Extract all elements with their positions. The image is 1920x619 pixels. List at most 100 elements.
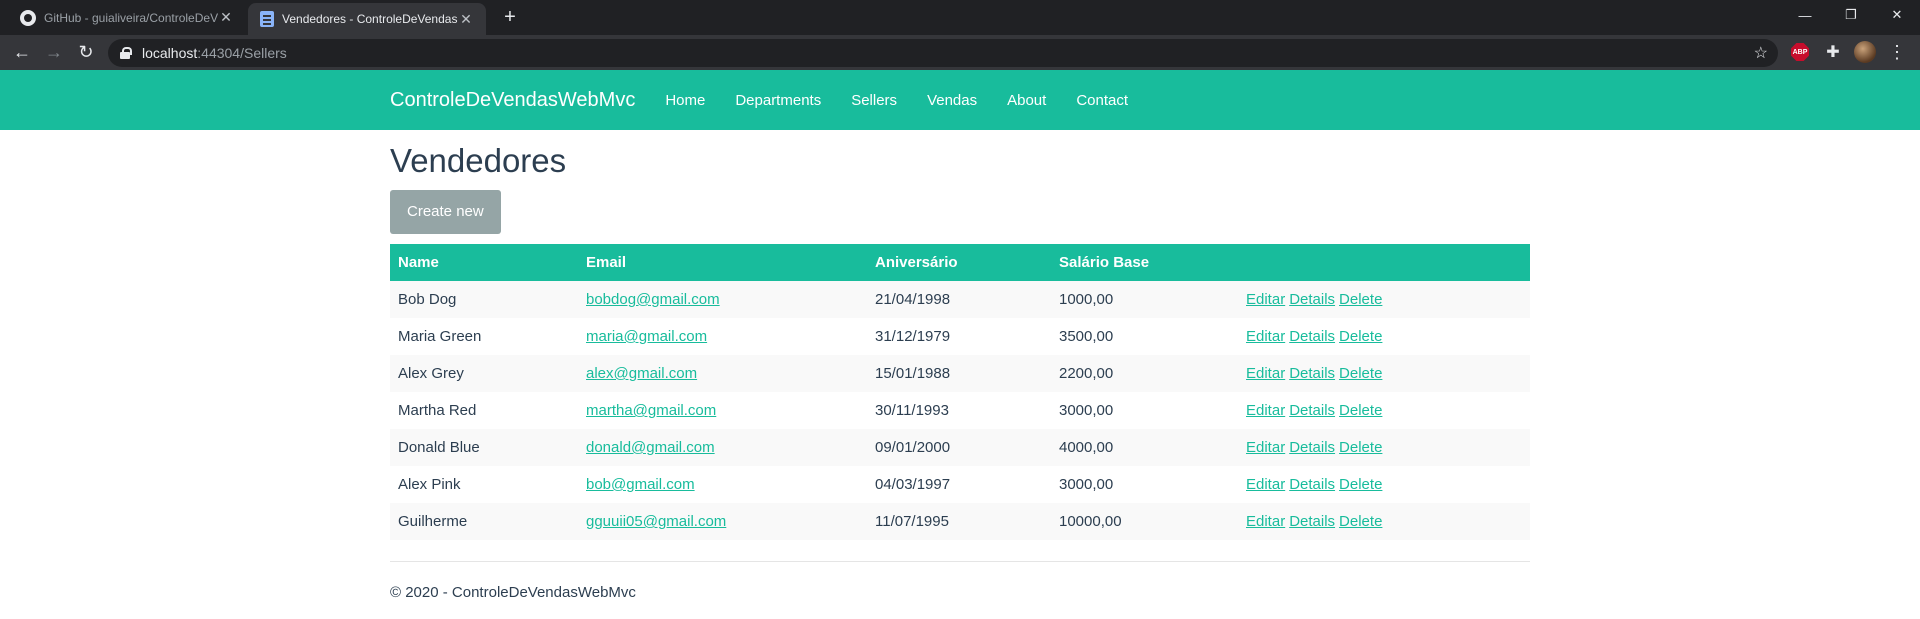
- address-bar[interactable]: localhost:44304/Sellers ☆: [108, 38, 1778, 67]
- nav-contact[interactable]: Contact: [1076, 92, 1128, 109]
- seller-name: Martha Red: [398, 402, 477, 419]
- seller-salary: 3000,00: [1059, 476, 1114, 493]
- main-content: Vendedores Create new Name Email Anivers…: [390, 142, 1530, 601]
- edit-link[interactable]: Editar: [1246, 291, 1285, 308]
- seller-birthday: 21/04/1998: [867, 281, 1051, 318]
- tab-vendedores[interactable]: Vendedores - ControleDeVendas ✕: [248, 3, 486, 35]
- seller-name: Maria Green: [398, 328, 482, 345]
- seller-birthday: 15/01/1988: [867, 355, 1051, 392]
- table-row: Alex Grey alex@gmail.com 15/01/1988 2200,00…: [390, 355, 1530, 392]
- edit-link[interactable]: Editar: [1246, 365, 1285, 382]
- lock-icon[interactable]: [120, 46, 132, 59]
- window-controls: — ❐ ✕: [1782, 0, 1920, 30]
- table-row: Guilherme gguuii05@gmail.com 11/07/1995 100…: [390, 503, 1530, 540]
- new-tab-button[interactable]: +: [498, 6, 522, 29]
- row-actions: Editar Details Delete: [1238, 281, 1530, 318]
- details-link[interactable]: Details: [1289, 513, 1335, 530]
- seller-email-link[interactable]: martha@gmail.com: [586, 402, 716, 419]
- delete-link[interactable]: Delete: [1339, 513, 1382, 530]
- avatar: [1854, 41, 1876, 63]
- reload-icon[interactable]: ↻: [72, 39, 100, 67]
- seller-birthday: 31/12/1979: [875, 328, 951, 345]
- seller-salary: 4000,00: [1051, 429, 1238, 466]
- create-new-button[interactable]: Create new: [390, 190, 501, 234]
- page-title: Vendedores: [390, 142, 567, 179]
- bookmark-star-icon[interactable]: ☆: [1754, 43, 1768, 63]
- seller-salary: 3000,00: [1059, 402, 1114, 419]
- edit-link[interactable]: Editar: [1246, 328, 1285, 345]
- details-link[interactable]: Details: [1289, 365, 1335, 382]
- seller-birthday: 09/01/2000: [867, 429, 1051, 466]
- tab-github[interactable]: GitHub - guialiveira/ControleDeV ✕: [8, 0, 246, 35]
- seller-salary: 3500,00: [1059, 328, 1114, 345]
- details-link[interactable]: Details: [1289, 291, 1335, 308]
- browser-menu-button[interactable]: ⋮: [1884, 39, 1910, 65]
- table-row: Maria Green maria@gmail.com 31/12/1979 3500…: [390, 318, 1530, 355]
- close-icon[interactable]: ✕: [458, 11, 474, 28]
- seller-email-link[interactable]: gguuii05@gmail.com: [586, 513, 726, 530]
- seller-email-cell: bobdog@gmail.com: [578, 281, 867, 318]
- seller-email-link[interactable]: maria@gmail.com: [586, 328, 707, 345]
- nav-vendas[interactable]: Vendas: [927, 92, 977, 109]
- details-link[interactable]: Details: [1289, 439, 1335, 456]
- close-window-icon[interactable]: ✕: [1874, 0, 1920, 30]
- seller-birthday: 11/07/1995: [867, 503, 1051, 540]
- nav-departments[interactable]: Departments: [735, 92, 821, 109]
- adblock-extension[interactable]: ABP: [1787, 39, 1813, 65]
- delete-link[interactable]: Delete: [1339, 402, 1382, 419]
- header-salary: Salário Base: [1051, 244, 1238, 281]
- seller-email-link[interactable]: bobdog@gmail.com: [586, 291, 720, 308]
- profile-button[interactable]: [1852, 39, 1878, 65]
- header-email: Email: [578, 244, 867, 281]
- seller-name: Bob Dog: [390, 281, 578, 318]
- seller-email-link[interactable]: alex@gmail.com: [586, 365, 697, 382]
- edit-link[interactable]: Editar: [1246, 439, 1285, 456]
- delete-link[interactable]: Delete: [1339, 439, 1382, 456]
- delete-link[interactable]: Delete: [1339, 476, 1382, 493]
- nav-sellers[interactable]: Sellers: [851, 92, 897, 109]
- seller-email-cell: donald@gmail.com: [578, 429, 867, 466]
- restore-icon[interactable]: ❐: [1828, 0, 1874, 30]
- seller-email-link[interactable]: bob@gmail.com: [586, 476, 695, 493]
- seller-email-cell: bob@gmail.com: [578, 466, 867, 503]
- header-name: Name: [390, 244, 578, 281]
- footer-text: © 2020 - ControleDeVendasWebMvc: [390, 584, 636, 601]
- row-actions: Editar Details Delete: [1238, 503, 1530, 540]
- seller-salary: 10000,00: [1051, 503, 1238, 540]
- table-row: Alex Pink bob@gmail.com 04/03/1997 3000,00 E…: [390, 466, 1530, 503]
- back-icon[interactable]: ←: [8, 39, 36, 67]
- details-link[interactable]: Details: [1289, 328, 1335, 345]
- url-path: :44304/Sellers: [197, 44, 287, 61]
- table-row: Donald Blue donald@gmail.com 09/01/2000 400…: [390, 429, 1530, 466]
- seller-birthday: 30/11/1993: [875, 402, 949, 419]
- seller-email-cell: martha@gmail.com: [578, 392, 867, 429]
- edit-link[interactable]: Editar: [1246, 513, 1285, 530]
- forward-icon[interactable]: →: [40, 39, 68, 67]
- seller-email-link[interactable]: donald@gmail.com: [586, 439, 715, 456]
- row-actions: Editar Details Delete: [1238, 355, 1530, 392]
- footer-divider: [390, 561, 1530, 562]
- seller-name: Alex Grey: [390, 355, 578, 392]
- sellers-table: Name Email Aniversário Salário Base Bob …: [390, 244, 1530, 540]
- adblock-icon: ABP: [1791, 43, 1809, 61]
- edit-link[interactable]: Editar: [1246, 402, 1285, 419]
- minimize-icon[interactable]: —: [1782, 0, 1828, 30]
- nav-home[interactable]: Home: [665, 92, 705, 109]
- row-actions: Editar Details Delete: [1238, 466, 1530, 503]
- extensions-button[interactable]: ✚: [1820, 39, 1846, 65]
- header-actions: [1238, 244, 1530, 281]
- details-link[interactable]: Details: [1289, 402, 1335, 419]
- delete-link[interactable]: Delete: [1339, 291, 1382, 308]
- puzzle-icon: ✚: [1826, 44, 1840, 61]
- seller-email-cell: maria@gmail.com: [578, 318, 867, 355]
- delete-link[interactable]: Delete: [1339, 365, 1382, 382]
- seller-email-cell: gguuii05@gmail.com: [578, 503, 867, 540]
- nav-about[interactable]: About: [1007, 92, 1046, 109]
- site-navbar: ControleDeVendasWebMvc Home Departments …: [0, 70, 1920, 130]
- delete-link[interactable]: Delete: [1339, 328, 1382, 345]
- edit-link[interactable]: Editar: [1246, 476, 1285, 493]
- close-icon[interactable]: ✕: [218, 9, 234, 26]
- details-link[interactable]: Details: [1289, 476, 1335, 493]
- brand-link[interactable]: ControleDeVendasWebMvc: [390, 89, 635, 112]
- table-header-row: Name Email Aniversário Salário Base: [390, 244, 1530, 281]
